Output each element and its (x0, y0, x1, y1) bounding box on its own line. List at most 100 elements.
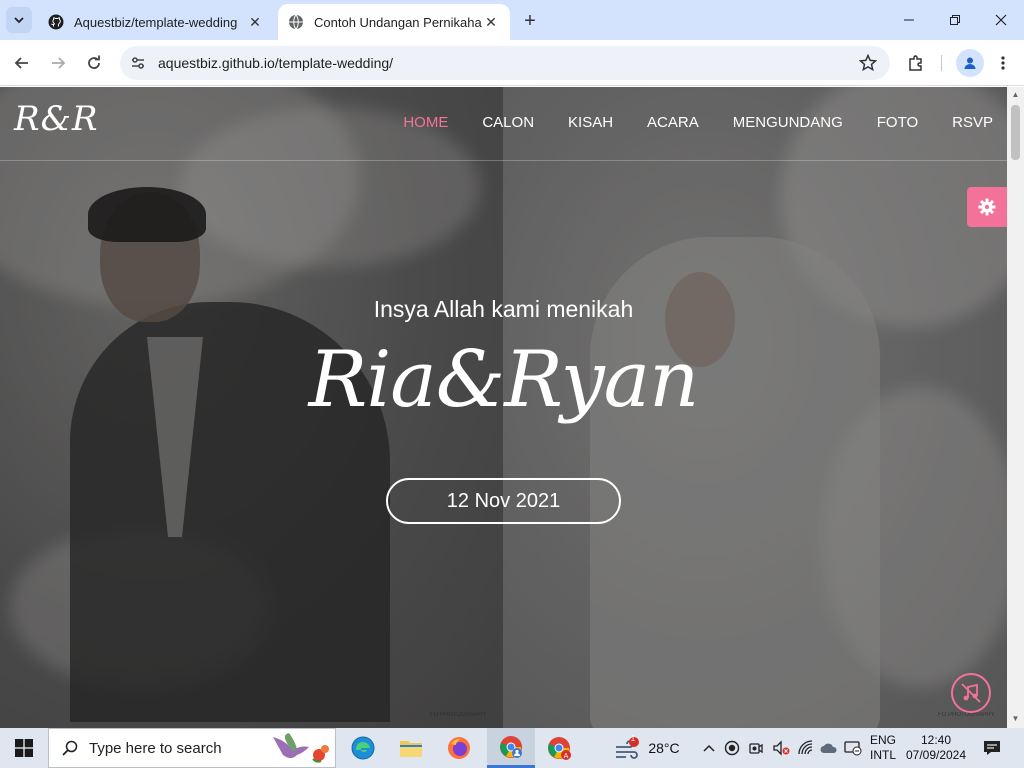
navbar-divider (0, 160, 1007, 161)
camera-tray[interactable] (746, 728, 766, 768)
nav-calon[interactable]: CALON (482, 114, 534, 131)
svg-text:A: A (564, 753, 569, 760)
search-icon (62, 740, 78, 756)
tab-title: Contoh Undangan Pernikahan (314, 14, 482, 30)
more-vertical-icon (1001, 56, 1005, 70)
reload-button[interactable] (80, 49, 108, 77)
restore-icon (950, 15, 960, 25)
taskbar-firefox[interactable] (435, 728, 483, 768)
onedrive-tray[interactable] (818, 728, 840, 768)
tab-close-icon[interactable]: ✕ (246, 13, 264, 31)
page-scrollbar[interactable]: ▲ ▼ (1007, 87, 1024, 728)
nav-mengundang[interactable]: MENGUNDANG (733, 114, 843, 131)
camera-icon (749, 743, 763, 754)
taskbar-edge[interactable] (339, 728, 387, 768)
arrow-left-icon (14, 57, 28, 69)
nav-rsvp[interactable]: RSVP (952, 114, 993, 131)
record-icon (724, 740, 740, 756)
clock-time: 12:40 (920, 733, 952, 747)
scroll-down-icon[interactable]: ▼ (1011, 715, 1020, 723)
taskbar-chrome[interactable]: A (535, 728, 583, 768)
show-hidden-icons[interactable] (700, 728, 718, 768)
hummingbird-icon (273, 733, 329, 763)
bookmark-star-icon[interactable] (854, 49, 882, 77)
profile-button[interactable] (956, 49, 984, 77)
url-text[interactable]: aquestbiz.github.io/template-wedding/ (158, 55, 854, 71)
network-tray[interactable] (796, 728, 816, 768)
weather-widget[interactable]: 1 (612, 728, 642, 768)
language-indicator[interactable]: ENG INTL (866, 728, 900, 768)
wedding-date-badge: 12 Nov 2021 (386, 478, 621, 524)
record-tray[interactable] (722, 728, 742, 768)
search-placeholder: Type here to search (89, 739, 222, 757)
taskbar-search[interactable]: Type here to search (48, 728, 336, 768)
language-code: ENG (869, 733, 896, 747)
tab-active[interactable]: Contoh Undangan Pernikahan ✕ (278, 4, 510, 40)
hero-subtitle: Insya Allah kami menikah (373, 296, 634, 322)
nav-kisah[interactable]: KISAH (568, 114, 613, 131)
clock[interactable]: 12:40 07/09/2024 (902, 728, 970, 768)
main-nav: HOME CALON KISAH ACARA MENGUNDANG FOTO R… (369, 114, 993, 131)
nav-home[interactable]: HOME (403, 114, 448, 131)
clock-date: 07/09/2024 (905, 748, 967, 762)
tab-search-button[interactable] (6, 7, 32, 33)
tab-github[interactable]: Aquestbiz/template-wedding ✕ (38, 4, 274, 40)
couple-names: Ria&Ryan (308, 335, 700, 425)
tab-close-icon[interactable]: ✕ (482, 13, 500, 31)
scroll-up-icon[interactable]: ▲ (1011, 91, 1020, 99)
forward-button[interactable] (44, 49, 72, 77)
speaker-muted-icon (773, 740, 790, 756)
settings-button[interactable] (967, 187, 1007, 227)
chevron-up-icon (703, 744, 715, 752)
reload-icon (88, 55, 100, 69)
chrome-icon: A (548, 737, 571, 760)
tab-title: Aquestbiz/template-wedding (74, 14, 238, 30)
taskbar-chrome-profile[interactable] (487, 728, 535, 768)
music-off-icon (961, 683, 981, 703)
volume-tray[interactable] (770, 728, 792, 768)
photo-watermark: FO PHOTOGRAPHY (938, 712, 995, 718)
keyboard-layout: INTL (869, 748, 896, 762)
restore-button[interactable] (932, 0, 978, 40)
weather-badge: 1 (630, 734, 636, 743)
monitor-icon (844, 741, 862, 756)
github-icon (48, 14, 64, 30)
site-info-icon[interactable] (126, 51, 150, 75)
folder-icon (400, 741, 422, 757)
gear-icon (978, 198, 996, 216)
new-tab-button[interactable]: + (518, 9, 542, 33)
back-button[interactable] (8, 49, 36, 77)
nav-foto[interactable]: FOTO (877, 114, 918, 131)
close-window-button[interactable] (978, 0, 1024, 40)
close-icon (995, 14, 1007, 26)
menu-button[interactable] (989, 49, 1017, 77)
wifi-icon (798, 740, 813, 755)
tab-strip: Aquestbiz/template-wedding ✕ Contoh Unda… (0, 0, 1024, 40)
site-logo[interactable]: R&R (14, 99, 98, 139)
chrome-icon (500, 735, 522, 758)
notification-icon (984, 741, 1000, 755)
nav-acara[interactable]: ACARA (647, 114, 699, 131)
music-toggle-button[interactable] (951, 673, 991, 713)
windows-logo-icon (15, 739, 33, 757)
firefox-icon (448, 737, 470, 759)
minimize-button[interactable] (886, 0, 932, 40)
display-tray[interactable] (842, 728, 864, 768)
minimize-icon (904, 19, 914, 21)
page-viewport: R&R HOME CALON KISAH ACARA MENGUNDANG FO… (0, 87, 1007, 728)
weather-temp[interactable]: 28°C (644, 728, 684, 768)
photo-watermark: FO PHOTOGRAPHY (430, 712, 487, 718)
puzzle-icon (909, 55, 922, 71)
globe-icon (288, 14, 304, 30)
toolbar-separator (941, 55, 942, 71)
extensions-button[interactable] (902, 49, 930, 77)
chevron-down-icon (14, 17, 24, 24)
scrollbar-thumb[interactable] (1011, 105, 1020, 160)
browser-toolbar: aquestbiz.github.io/template-wedding/ (0, 40, 1024, 86)
start-button[interactable] (0, 728, 48, 768)
notifications-button[interactable] (978, 728, 1006, 768)
address-bar[interactable]: aquestbiz.github.io/template-wedding/ (120, 46, 890, 80)
taskbar-file-explorer[interactable] (387, 728, 435, 768)
edge-icon (351, 736, 375, 760)
cloud-icon (820, 743, 837, 753)
